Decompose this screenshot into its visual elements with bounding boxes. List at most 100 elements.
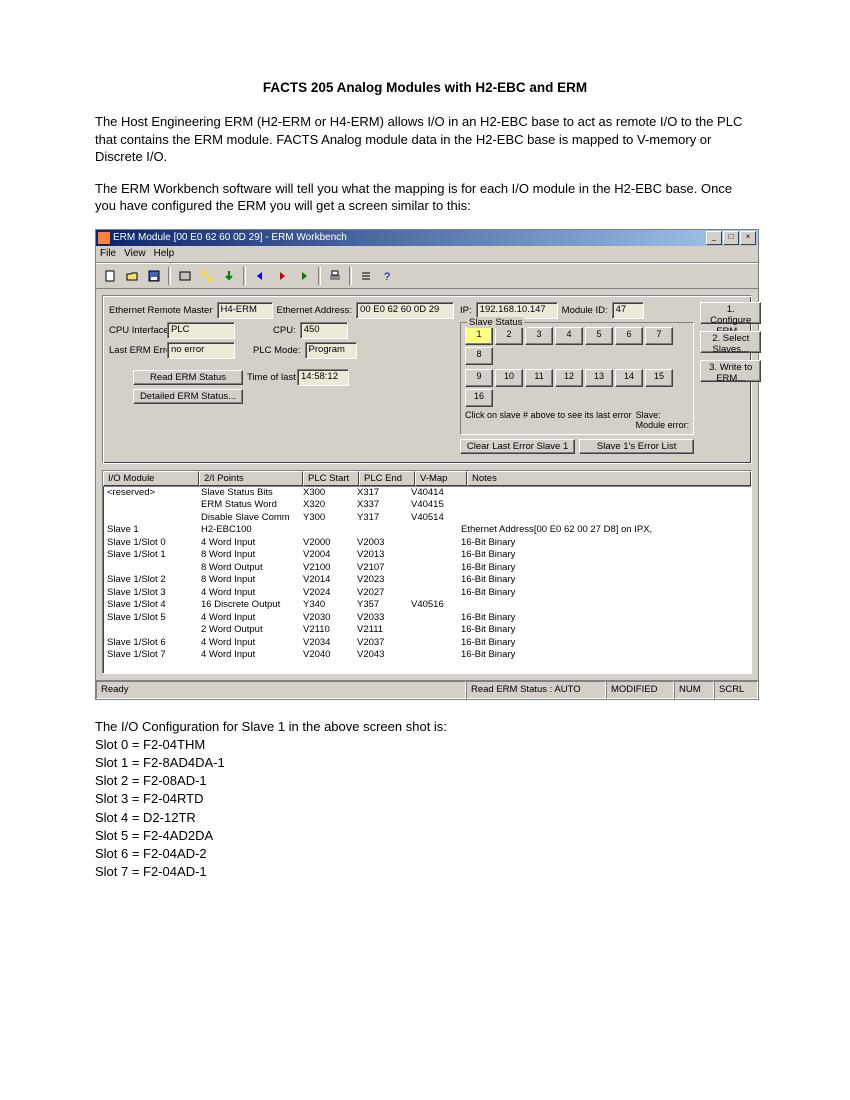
- slave-button-12[interactable]: 12: [555, 369, 583, 387]
- eth-addr-value: 00 E0 62 60 0D 29: [356, 302, 454, 319]
- time-value: 14:58:12: [297, 369, 349, 386]
- detailed-erm-button[interactable]: Detailed ERM Status...: [133, 389, 243, 404]
- slave-button-8[interactable]: 8: [465, 347, 493, 365]
- minimize-button[interactable]: _: [706, 231, 722, 245]
- list-cell: V2100: [299, 562, 353, 575]
- tb-open-icon[interactable]: [122, 266, 142, 286]
- list-row[interactable]: 2 Word OutputV2110V211116-Bit Binary: [103, 624, 751, 637]
- list-row[interactable]: Slave 1/Slot 64 Word InputV2034V203716-B…: [103, 637, 751, 650]
- list-cell: [407, 549, 457, 562]
- list-row[interactable]: ERM Status WordX320X337V40415: [103, 499, 751, 512]
- list-row[interactable]: 8 Word OutputV2100V210716-Bit Binary: [103, 562, 751, 575]
- menu-help[interactable]: Help: [154, 248, 175, 259]
- slave-button-2[interactable]: 2: [495, 327, 523, 345]
- close-button[interactable]: ×: [740, 231, 756, 245]
- list-cell: [353, 524, 407, 537]
- list-cell: Slave 1/Slot 3: [103, 587, 197, 600]
- list-row[interactable]: Slave 1/Slot 416 Discrete OutputY340Y357…: [103, 599, 751, 612]
- list-row[interactable]: Slave 1/Slot 28 Word InputV2014V202316-B…: [103, 574, 751, 587]
- list-cell: [457, 499, 751, 512]
- mod-err-label: Module error:: [636, 420, 690, 430]
- slave-button-9[interactable]: 9: [465, 369, 493, 387]
- list-row[interactable]: Slave 1/Slot 18 Word InputV2004V201316-B…: [103, 549, 751, 562]
- list-cell: Slave 1/Slot 5: [103, 612, 197, 625]
- list-row[interactable]: Slave 1/Slot 34 Word InputV2024V202716-B…: [103, 587, 751, 600]
- rem-master-label: Ethernet Remote Master: [109, 305, 213, 316]
- list-cell: 4 Word Input: [197, 587, 299, 600]
- list-cell: [103, 562, 197, 575]
- col-plc-end[interactable]: PLC End: [359, 471, 415, 486]
- tb-back-icon[interactable]: [250, 266, 270, 286]
- slave-button-6[interactable]: 6: [615, 327, 643, 345]
- slave-button-3[interactable]: 3: [525, 327, 553, 345]
- list-row[interactable]: Slave 1/Slot 74 Word InputV2040V204316-B…: [103, 649, 751, 662]
- tb-new-icon[interactable]: [100, 266, 120, 286]
- slot-line: Slot 3 = F2-04RTD: [95, 790, 755, 808]
- list-cell: [457, 512, 751, 525]
- slot-line: Slot 4 = D2-12TR: [95, 809, 755, 827]
- write-to-erm-button[interactable]: 3. Write to ERM...: [700, 360, 761, 382]
- list-cell: 16-Bit Binary: [457, 649, 751, 662]
- configure-erm-button[interactable]: 1. Configure ERM...: [700, 302, 761, 324]
- io-listview[interactable]: I/O Module 2/I Points PLC Start PLC End …: [102, 470, 752, 674]
- slave-status-title: Slave Status: [467, 317, 524, 328]
- tb-cfg-icon[interactable]: [175, 266, 195, 286]
- menu-file[interactable]: File: [100, 248, 116, 259]
- col-notes[interactable]: Notes: [467, 471, 751, 486]
- plc-mode-value: Program: [305, 342, 357, 359]
- app-window: ERM Module [00 E0 62 60 0D 29] - ERM Wor…: [95, 229, 759, 700]
- slave-button-10[interactable]: 10: [495, 369, 523, 387]
- col-points[interactable]: 2/I Points: [199, 471, 303, 486]
- read-erm-button[interactable]: Read ERM Status: [133, 370, 243, 385]
- list-row[interactable]: <reserved>Slave Status BitsX300X317V4041…: [103, 487, 751, 500]
- tb-save-icon[interactable]: [144, 266, 164, 286]
- tb-slaves-icon[interactable]: [197, 266, 217, 286]
- tb-write-icon[interactable]: [219, 266, 239, 286]
- slave-button-7[interactable]: 7: [645, 327, 673, 345]
- slave-button-5[interactable]: 5: [585, 327, 613, 345]
- list-cell: X317: [353, 487, 407, 500]
- tb-print-icon[interactable]: [325, 266, 345, 286]
- slave-button-16[interactable]: 16: [465, 389, 493, 407]
- menu-view[interactable]: View: [124, 248, 146, 259]
- list-cell: [407, 574, 457, 587]
- list-cell: Slave Status Bits: [197, 487, 299, 500]
- maximize-button[interactable]: □: [723, 231, 739, 245]
- col-vmap[interactable]: V-Map: [415, 471, 467, 486]
- list-row[interactable]: Slave 1/Slot 54 Word InputV2030V203316-B…: [103, 612, 751, 625]
- slot-line: Slot 0 = F2-04THM: [95, 736, 755, 754]
- list-cell: V2107: [353, 562, 407, 575]
- list-cell: [299, 524, 353, 537]
- clear-last-error-button[interactable]: Clear Last Error Slave 1: [460, 439, 575, 454]
- tb-help-icon[interactable]: ?: [378, 266, 398, 286]
- list-row[interactable]: Slave 1/Slot 04 Word InputV2000V200316-B…: [103, 537, 751, 550]
- list-cell: V2027: [353, 587, 407, 600]
- list-cell: [457, 487, 751, 500]
- slave-button-11[interactable]: 11: [525, 369, 553, 387]
- list-cell: Y300: [299, 512, 353, 525]
- tb-fwd-icon[interactable]: [272, 266, 292, 286]
- list-cell: [407, 524, 457, 537]
- status-num: NUM: [674, 681, 714, 699]
- cpu-value: 450: [300, 322, 348, 339]
- list-row[interactable]: Slave 1H2-EBC100Ethernet Address[00 E0 6…: [103, 524, 751, 537]
- slot-line: Slot 7 = F2-04AD-1: [95, 863, 755, 881]
- slave-button-1[interactable]: 1: [465, 327, 493, 345]
- slave-button-4[interactable]: 4: [555, 327, 583, 345]
- statusbar: Ready Read ERM Status : AUTO MODIFIED NU…: [96, 680, 758, 699]
- slave-error-list-button[interactable]: Slave 1's Error List: [579, 439, 694, 454]
- list-cell: 4 Word Input: [197, 612, 299, 625]
- list-cell: 8 Word Input: [197, 549, 299, 562]
- slave-num-label: Slave:: [636, 410, 661, 420]
- slave-button-15[interactable]: 15: [645, 369, 673, 387]
- slave-button-14[interactable]: 14: [615, 369, 643, 387]
- tb-refresh-icon[interactable]: [294, 266, 314, 286]
- col-plc-start[interactable]: PLC Start: [303, 471, 359, 486]
- tb-list-icon[interactable]: [356, 266, 376, 286]
- col-io-module[interactable]: I/O Module: [103, 471, 199, 486]
- list-row[interactable]: Disable Slave CommY300Y317V40514: [103, 512, 751, 525]
- select-slaves-button[interactable]: 2. Select Slaves...: [700, 331, 761, 353]
- slave-button-13[interactable]: 13: [585, 369, 613, 387]
- modid-label: Module ID:: [562, 305, 608, 316]
- list-cell: [103, 499, 197, 512]
